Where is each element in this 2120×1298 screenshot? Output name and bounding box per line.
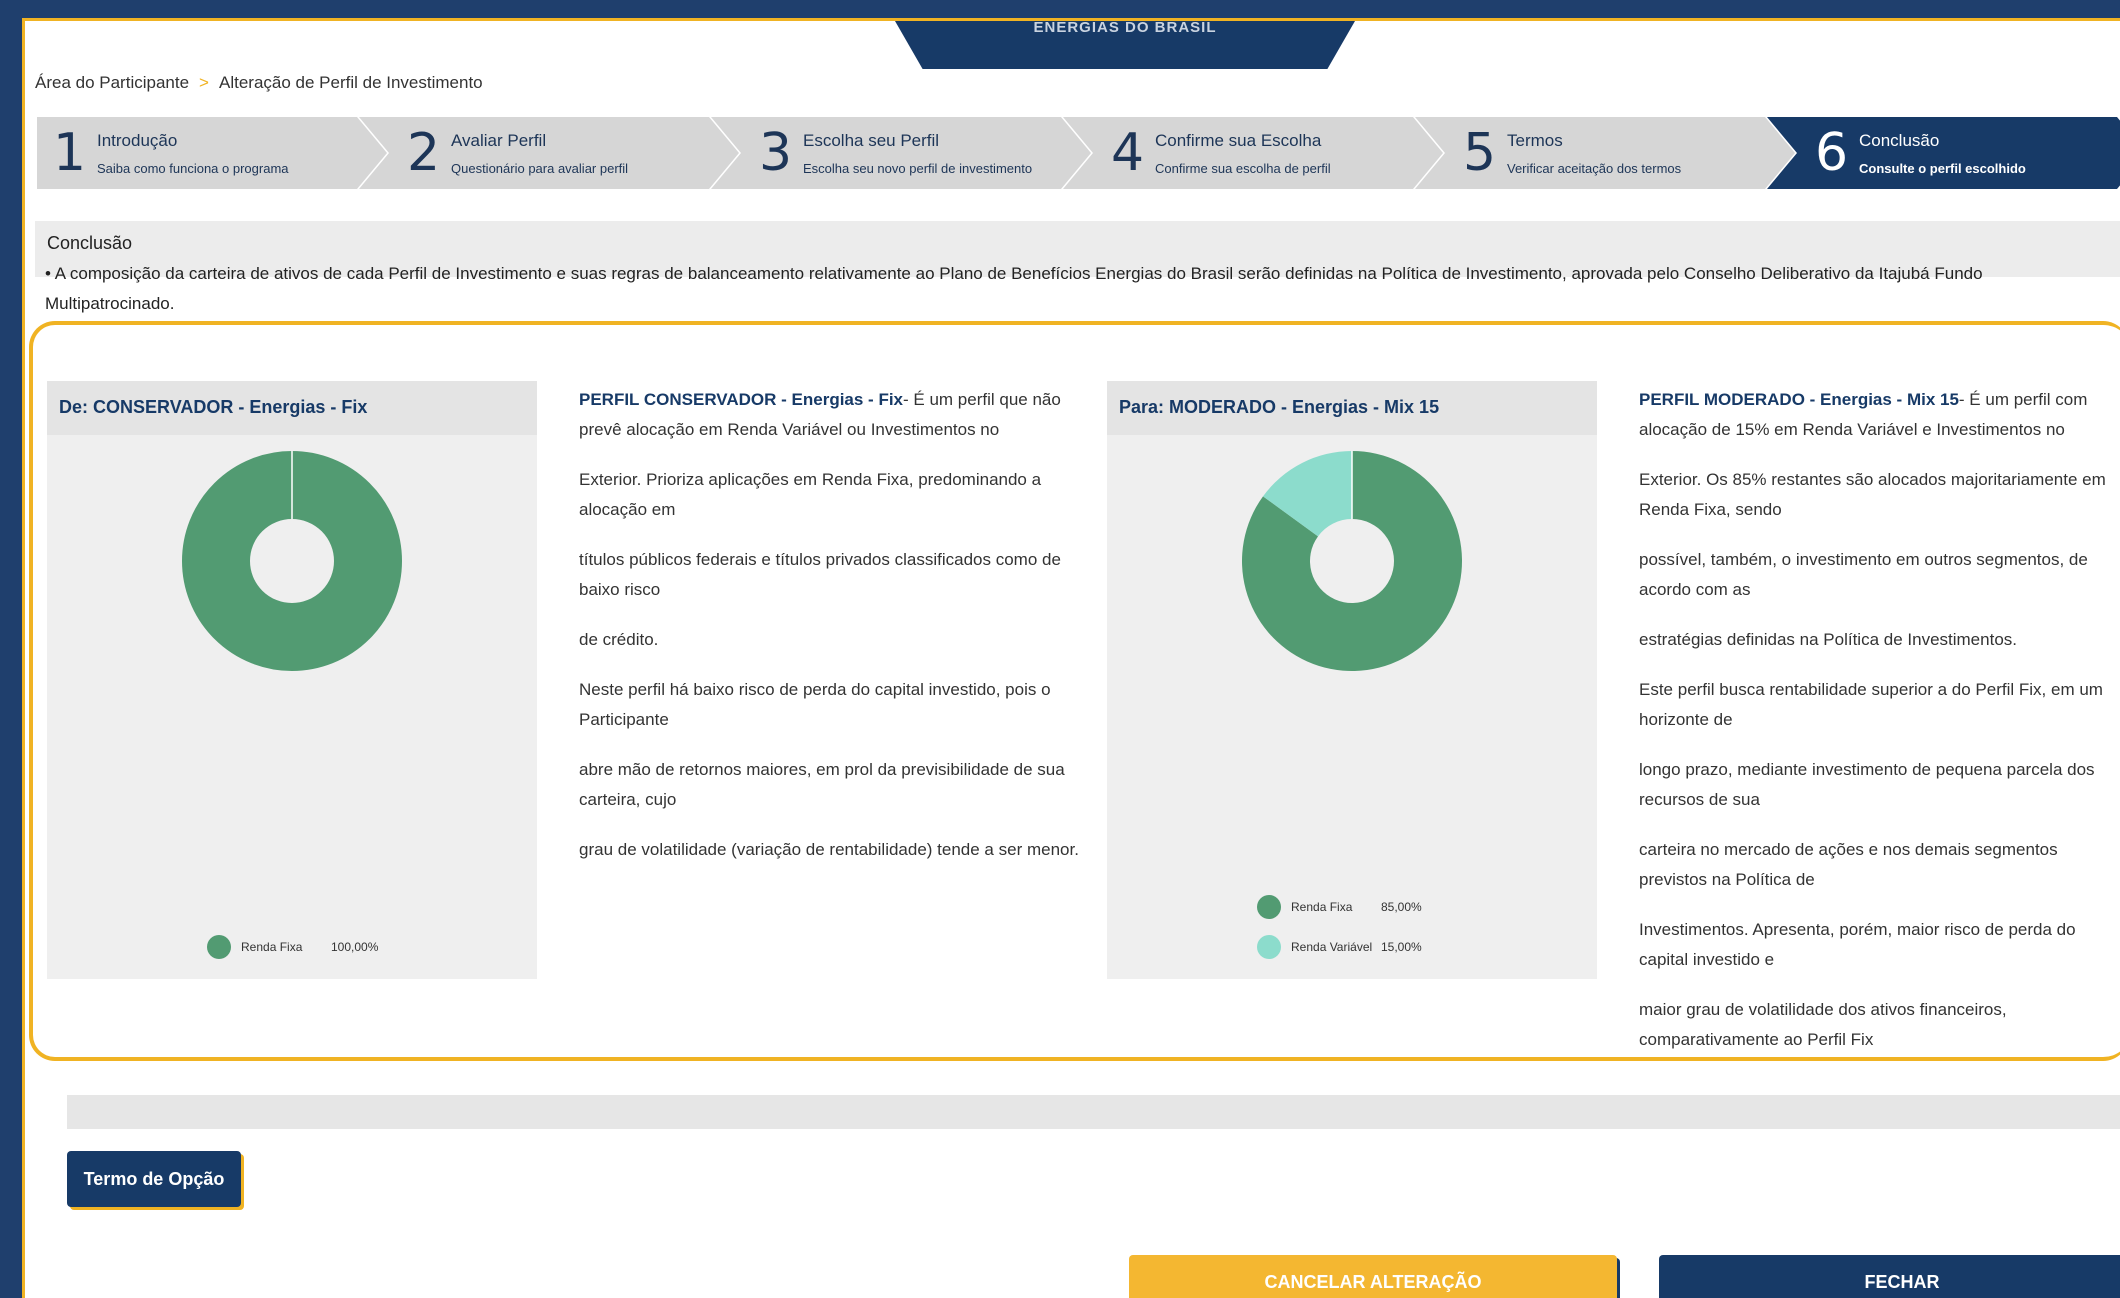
step-escolha-perfil[interactable]: 3 Escolha seu Perfil Escolha seu novo pe… — [711, 117, 1091, 189]
to-desc-paragraph: Este perfil busca rentabilidade superior… — [1639, 680, 2103, 729]
to-desc-paragraph: PERFIL MODERADO - Energias - Mix 15- É u… — [1639, 385, 2120, 445]
legend-swatch — [1257, 895, 1281, 919]
legend-label: Renda Fixa — [241, 940, 303, 954]
profile-comparison-panel: Renda Fixa 100,00% De: CONSERVADOR - Ene… — [29, 321, 2120, 1061]
breadcrumb: Área do Participante > Alteração de Perfil… — [35, 73, 483, 93]
to-profile-description: PERFIL MODERADO - Energias - Mix 15- É u… — [1639, 385, 2120, 1075]
legend-swatch — [1257, 935, 1281, 959]
to-legend-item: Renda Variável 15,00% — [1257, 935, 1422, 959]
from-desc-bold: PERFIL CONSERVADOR - Energias - Fix — [579, 390, 904, 409]
breadcrumb-root-link[interactable]: Área do Participante — [35, 73, 189, 92]
from-desc-paragraph: grau de volatilidade (variação de rentab… — [579, 840, 1079, 859]
legend-label: Renda Variável — [1291, 940, 1373, 954]
step-number: 6 — [1815, 123, 1849, 183]
step-subtitle: Confirme sua escolha de perfil — [1155, 161, 1331, 176]
conclusion-text: • A composição da carteira de ativos de … — [45, 264, 1983, 313]
step-title: Introdução — [97, 131, 178, 150]
close-button[interactable]: FECHAR — [1659, 1255, 2120, 1298]
to-desc-bold: PERFIL MODERADO - Energias - Mix 15 — [1639, 390, 1959, 409]
from-profile-description: PERFIL CONSERVADOR - Energias - Fix- É u… — [579, 385, 1079, 885]
step-subtitle: Consulte o perfil escolhido — [1859, 161, 2026, 176]
from-desc-paragraph: títulos públicos federais e títulos priv… — [579, 550, 1061, 599]
from-donut-chart — [182, 451, 402, 671]
to-desc-paragraph: possível, também, o investimento em outr… — [1639, 550, 2088, 599]
step-avaliar-perfil[interactable]: 2 Avaliar Perfil Questionário para avali… — [359, 117, 739, 189]
to-desc-paragraph: Investimentos. Apresenta, porém, maior r… — [1639, 920, 2076, 969]
from-desc-paragraph: Neste perfil há baixo risco de perda do … — [579, 680, 1051, 729]
step-number: 3 — [759, 123, 793, 183]
breadcrumb-current: Alteração de Perfil de Investimento — [218, 73, 483, 92]
step-title: Avaliar Perfil — [451, 131, 547, 150]
step-conclusao[interactable]: 6 Conclusão Consulte o perfil escolhido — [1767, 117, 2120, 189]
step-number: 5 — [1463, 123, 1497, 183]
step-title: Termos — [1507, 131, 1563, 150]
from-desc-paragraph: Exterior. Prioriza aplicações em Renda F… — [579, 470, 1042, 519]
step-number: 2 — [407, 123, 441, 183]
step-title: Conclusão — [1859, 131, 1940, 150]
step-subtitle: Verificar aceitação dos termos — [1507, 161, 1682, 176]
step-number: 1 — [53, 123, 87, 183]
from-desc-paragraph: PERFIL CONSERVADOR - Energias - Fix- É u… — [579, 385, 1079, 445]
step-subtitle: Saiba como funciona o programa — [97, 161, 289, 176]
brand-tab: ENERGIAS DO BRASIL — [895, 21, 1355, 69]
to-legend-item: Renda Fixa 85,00% — [1257, 895, 1422, 919]
from-desc-paragraph: de crédito. — [579, 630, 659, 649]
from-profile-heading: De: CONSERVADOR - Energias - Fix — [47, 381, 537, 435]
step-subtitle: Questionário para avaliar perfil — [451, 161, 629, 176]
legend-swatch — [207, 935, 231, 959]
from-desc-paragraph: abre mão de retornos maiores, em prol da… — [579, 760, 1065, 809]
from-chart-card: Renda Fixa 100,00% — [47, 433, 537, 979]
wizard-steps: 1 Introdução Saiba como funciona o progr… — [37, 117, 2120, 189]
step-title: Confirme sua Escolha — [1155, 131, 1322, 150]
step-introducao[interactable]: 1 Introdução Saiba como funciona o progr… — [37, 117, 387, 189]
legend-value: 15,00% — [1381, 940, 1422, 954]
legend-label: Renda Fixa — [1291, 900, 1353, 914]
to-desc-paragraph: carteira no mercado de ações e nos demai… — [1639, 840, 2058, 889]
step-subtitle: Escolha seu novo perfil de investimento — [803, 161, 1033, 176]
conclusion-title: Conclusão — [47, 233, 133, 253]
to-desc-paragraph: estratégias definidas na Política de Inv… — [1639, 630, 2017, 649]
step-title: Escolha seu Perfil — [803, 131, 940, 150]
to-profile-heading: Para: MODERADO - Energias - Mix 15 — [1107, 381, 1597, 435]
step-confirme-escolha[interactable]: 4 Confirme sua Escolha Confirme sua esco… — [1063, 117, 1443, 189]
breadcrumb-separator: > — [199, 73, 209, 92]
legend-value: 100,00% — [331, 940, 379, 954]
step-number: 4 — [1111, 123, 1145, 183]
termo-opcao-button[interactable]: Termo de Opção — [67, 1151, 241, 1207]
to-desc-paragraph: maior grau de volatilidade dos ativos fi… — [1639, 1000, 2007, 1049]
to-chart-card: Renda Fixa 85,00% Renda Variável 15,00% — [1107, 433, 1597, 979]
brand-tab-label: ENERGIAS DO BRASIL — [1033, 19, 1217, 36]
step-termos[interactable]: 5 Termos Verificar aceitação dos termos — [1415, 117, 1795, 189]
from-legend-item: Renda Fixa 100,00% — [207, 935, 378, 959]
page-container: ENERGIAS DO BRASIL Área do Participante >… — [22, 18, 2120, 1298]
to-desc-paragraph: longo prazo, mediante investimento de pe… — [1639, 760, 2095, 809]
cancel-change-button[interactable]: CANCELAR ALTERAÇÃO — [1129, 1255, 1617, 1298]
to-desc-paragraph: Exterior. Os 85% restantes são alocados … — [1639, 470, 2106, 519]
divider-strip — [67, 1095, 2120, 1129]
legend-value: 85,00% — [1381, 900, 1422, 914]
